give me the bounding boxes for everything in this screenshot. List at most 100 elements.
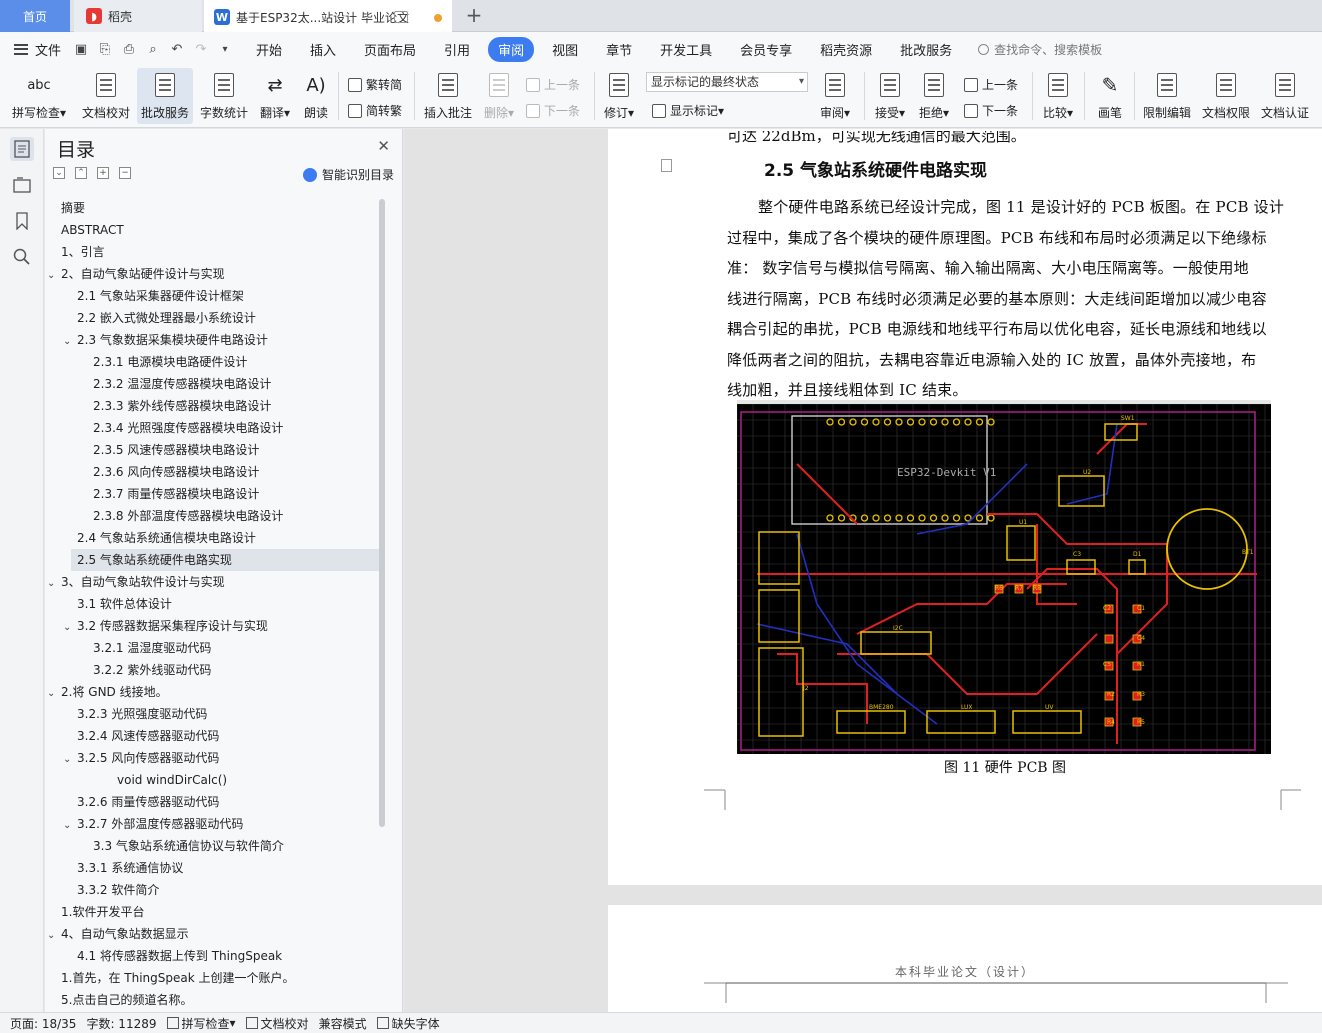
toc-scrollbar[interactable] <box>379 199 385 827</box>
toc-item[interactable]: 3.2.1 温湿度驱动代码 <box>93 637 211 659</box>
add-level-icon[interactable]: + <box>97 167 109 179</box>
print-icon[interactable]: ⎙ <box>120 40 138 58</box>
print-preview-icon[interactable]: ⌕ <box>144 40 162 58</box>
menu-item[interactable]: 批改服务 <box>890 37 962 62</box>
undo-icon[interactable]: ↶ <box>168 40 186 58</box>
close-icon[interactable]: ✕ <box>377 137 390 155</box>
trad-to-simp-button[interactable]: 繁转简 <box>348 76 402 93</box>
menu-item[interactable]: 引用 <box>434 37 480 62</box>
tab-document[interactable]: W 基于ESP32太...站设计 毕业论文 <box>204 0 452 32</box>
next-change-button[interactable]: 下一条 <box>964 102 1018 119</box>
toc-item[interactable]: 2.1 气象站采集器硬件设计框架 <box>77 285 244 307</box>
toc-item[interactable]: 2.3.1 电源模块电路硬件设计 <box>93 351 247 373</box>
toc-item[interactable]: ⌄ 3、自动气象站软件设计与实现 <box>47 571 225 593</box>
bookmark-icon[interactable] <box>10 209 34 233</box>
toc-item[interactable]: 2.3.5 风速传感器模块电路设计 <box>93 439 259 461</box>
toc-item[interactable]: 2.3.8 外部温度传感器模块电路设计 <box>93 505 283 527</box>
menu-item[interactable]: 插入 <box>300 37 346 62</box>
save-icon[interactable]: ▣ <box>72 40 90 58</box>
review-pane-button[interactable]: 审阅▾ <box>816 68 854 124</box>
toc-item[interactable]: 2.2 嵌入式微处理器最小系统设计 <box>77 307 256 329</box>
toc-item[interactable]: void windDirCalc() <box>117 769 227 791</box>
prev-change-button[interactable]: 上一条 <box>964 76 1018 93</box>
toc-item[interactable]: 2.3.4 光照强度传感器模块电路设计 <box>93 417 283 439</box>
page-indicator[interactable]: 页面: 18/35 <box>10 1015 76 1032</box>
toc-item[interactable]: ⌄ 2、自动气象站硬件设计与实现 <box>47 263 225 285</box>
toc-item[interactable]: 2.4 气象站系统通信模块电路设计 <box>77 527 256 549</box>
command-search[interactable]: 查找命令、搜索模板 <box>978 41 1102 58</box>
expand-all-icon[interactable]: ⌃ <box>75 167 87 179</box>
toc-item[interactable]: 3.3.2 软件简介 <box>77 879 159 901</box>
translate-button[interactable]: ⇄ 翻译▾ <box>256 68 294 124</box>
remove-level-icon[interactable]: − <box>119 167 131 179</box>
chapter-nav-icon[interactable] <box>10 173 34 197</box>
document-proof-button[interactable]: 文档校对 <box>78 68 134 124</box>
redo-icon[interactable]: ↷ <box>192 40 210 58</box>
missing-font[interactable]: 缺失字体 <box>376 1015 440 1032</box>
toc-item[interactable]: 摘要 <box>61 197 85 219</box>
toc-item[interactable]: 3.2.3 光照强度驱动代码 <box>77 703 207 725</box>
chevron-down-icon[interactable]: ⌄ <box>63 815 77 837</box>
word-count-button[interactable]: 字数统计 <box>198 68 250 124</box>
paragraph-mark-icon[interactable] <box>661 159 672 172</box>
toc-item[interactable]: 2.3.3 紫外线传感器模块电路设计 <box>93 395 271 417</box>
chevron-down-icon[interactable]: ⌄ <box>47 265 61 287</box>
toc-item[interactable]: ⌄ 4、自动气象站数据显示 <box>47 923 189 945</box>
tab-daoke[interactable]: ◗ 稻壳 <box>74 0 202 32</box>
chevron-down-icon[interactable]: ⌄ <box>63 749 77 771</box>
chevron-down-icon[interactable]: ⌄ <box>47 683 61 705</box>
status-spell-check[interactable]: 拼写检查 ▾ <box>166 1015 236 1032</box>
toc-item[interactable]: 5.点击自己的频道名称。 <box>61 989 192 1011</box>
menu-item[interactable]: 章节 <box>596 37 642 62</box>
prev-comment-button[interactable]: 上一条 <box>526 76 580 93</box>
chevron-down-icon[interactable]: ⌄ <box>47 573 61 595</box>
menu-item[interactable]: 会员专享 <box>730 37 802 62</box>
toc-item[interactable]: ABSTRACT <box>61 219 124 241</box>
file-menu[interactable]: 文件 <box>0 40 70 59</box>
doc-certify-button[interactable]: 文档认证 <box>1258 68 1312 124</box>
menu-item[interactable]: 开始 <box>246 37 292 62</box>
toc-item[interactable]: ⌄ 3.2 传感器数据采集程序设计与实现 <box>63 615 268 637</box>
chevron-down-icon[interactable]: ⌄ <box>63 331 77 353</box>
toc-item[interactable]: 3.3.1 系统通信协议 <box>77 857 183 879</box>
toc-item[interactable]: 2.3.2 温湿度传感器模块电路设计 <box>93 373 271 395</box>
toc-item[interactable]: 3.1 软件总体设计 <box>77 593 172 615</box>
menu-item[interactable]: 页面布局 <box>354 37 426 62</box>
pen-button[interactable]: ✎ 画笔 <box>1092 68 1128 124</box>
review-service-button[interactable]: 批改服务 <box>137 68 193 124</box>
toc-item[interactable]: ⌄ 3.2.7 外部温度传感器驱动代码 <box>63 813 243 835</box>
toc-item[interactable]: 3.2.2 紫外线驱动代码 <box>93 659 211 681</box>
show-markup-button[interactable]: 显示标记 ▾ <box>652 102 724 119</box>
menu-item[interactable]: 开发工具 <box>650 37 722 62</box>
toc-item[interactable]: 3.3 气象站系统通信协议与软件简介 <box>93 835 284 857</box>
restrict-edit-button[interactable]: 限制编辑 <box>1140 68 1194 124</box>
toc-item[interactable]: 3.2.4 风速传感器驱动代码 <box>77 725 219 747</box>
export-pdf-icon[interactable]: ⎘ <box>96 40 114 58</box>
next-comment-button[interactable]: 下一条 <box>526 102 580 119</box>
read-aloud-button[interactable]: A) 朗读 <box>300 68 332 124</box>
toc-item[interactable]: ⌄ 2.将 GND 线接地。 <box>47 681 168 703</box>
chevron-down-icon[interactable]: ⌄ <box>47 925 61 947</box>
toc-item[interactable]: 1、引言 <box>61 241 105 263</box>
new-tab-button[interactable]: + <box>462 4 486 28</box>
collapse-all-icon[interactable]: ⌄ <box>53 167 65 179</box>
simp-to-trad-button[interactable]: 简转繁 <box>348 102 402 119</box>
toc-item[interactable]: ⌄ 3.2.5 风向传感器驱动代码 <box>63 747 219 769</box>
more-chevron-icon[interactable]: ▾ <box>216 40 234 58</box>
toc-item[interactable]: 1.软件开发平台 <box>61 901 144 923</box>
chevron-down-icon[interactable]: ⌄ <box>63 617 77 639</box>
track-changes-button[interactable]: 修订▾ <box>600 68 638 124</box>
menu-item[interactable]: 稻壳资源 <box>810 37 882 62</box>
smart-toc-button[interactable]: 智能识别目录 <box>302 166 394 183</box>
accept-button[interactable]: 接受▾ <box>872 68 908 124</box>
find-icon[interactable] <box>10 245 34 269</box>
menu-item[interactable]: 审阅 <box>488 36 535 62</box>
toc-item[interactable]: ⌄ 2.3 气象数据采集模块硬件电路设计 <box>63 329 268 351</box>
toc-item[interactable]: 1.首先，在 ThingSpeak 上创建一个账户。 <box>61 967 295 989</box>
toc-item[interactable]: 4.1 将传感器数据上传到 ThingSpeak <box>77 945 282 967</box>
reject-button[interactable]: 拒绝▾ <box>916 68 952 124</box>
insert-comment-button[interactable]: 插入批注 <box>422 68 474 124</box>
spell-check-button[interactable]: abc 拼写检查▾ <box>8 68 70 124</box>
status-proof[interactable]: 文档校对 <box>245 1015 309 1032</box>
word-count-indicator[interactable]: 字数: 11289 <box>86 1015 156 1032</box>
